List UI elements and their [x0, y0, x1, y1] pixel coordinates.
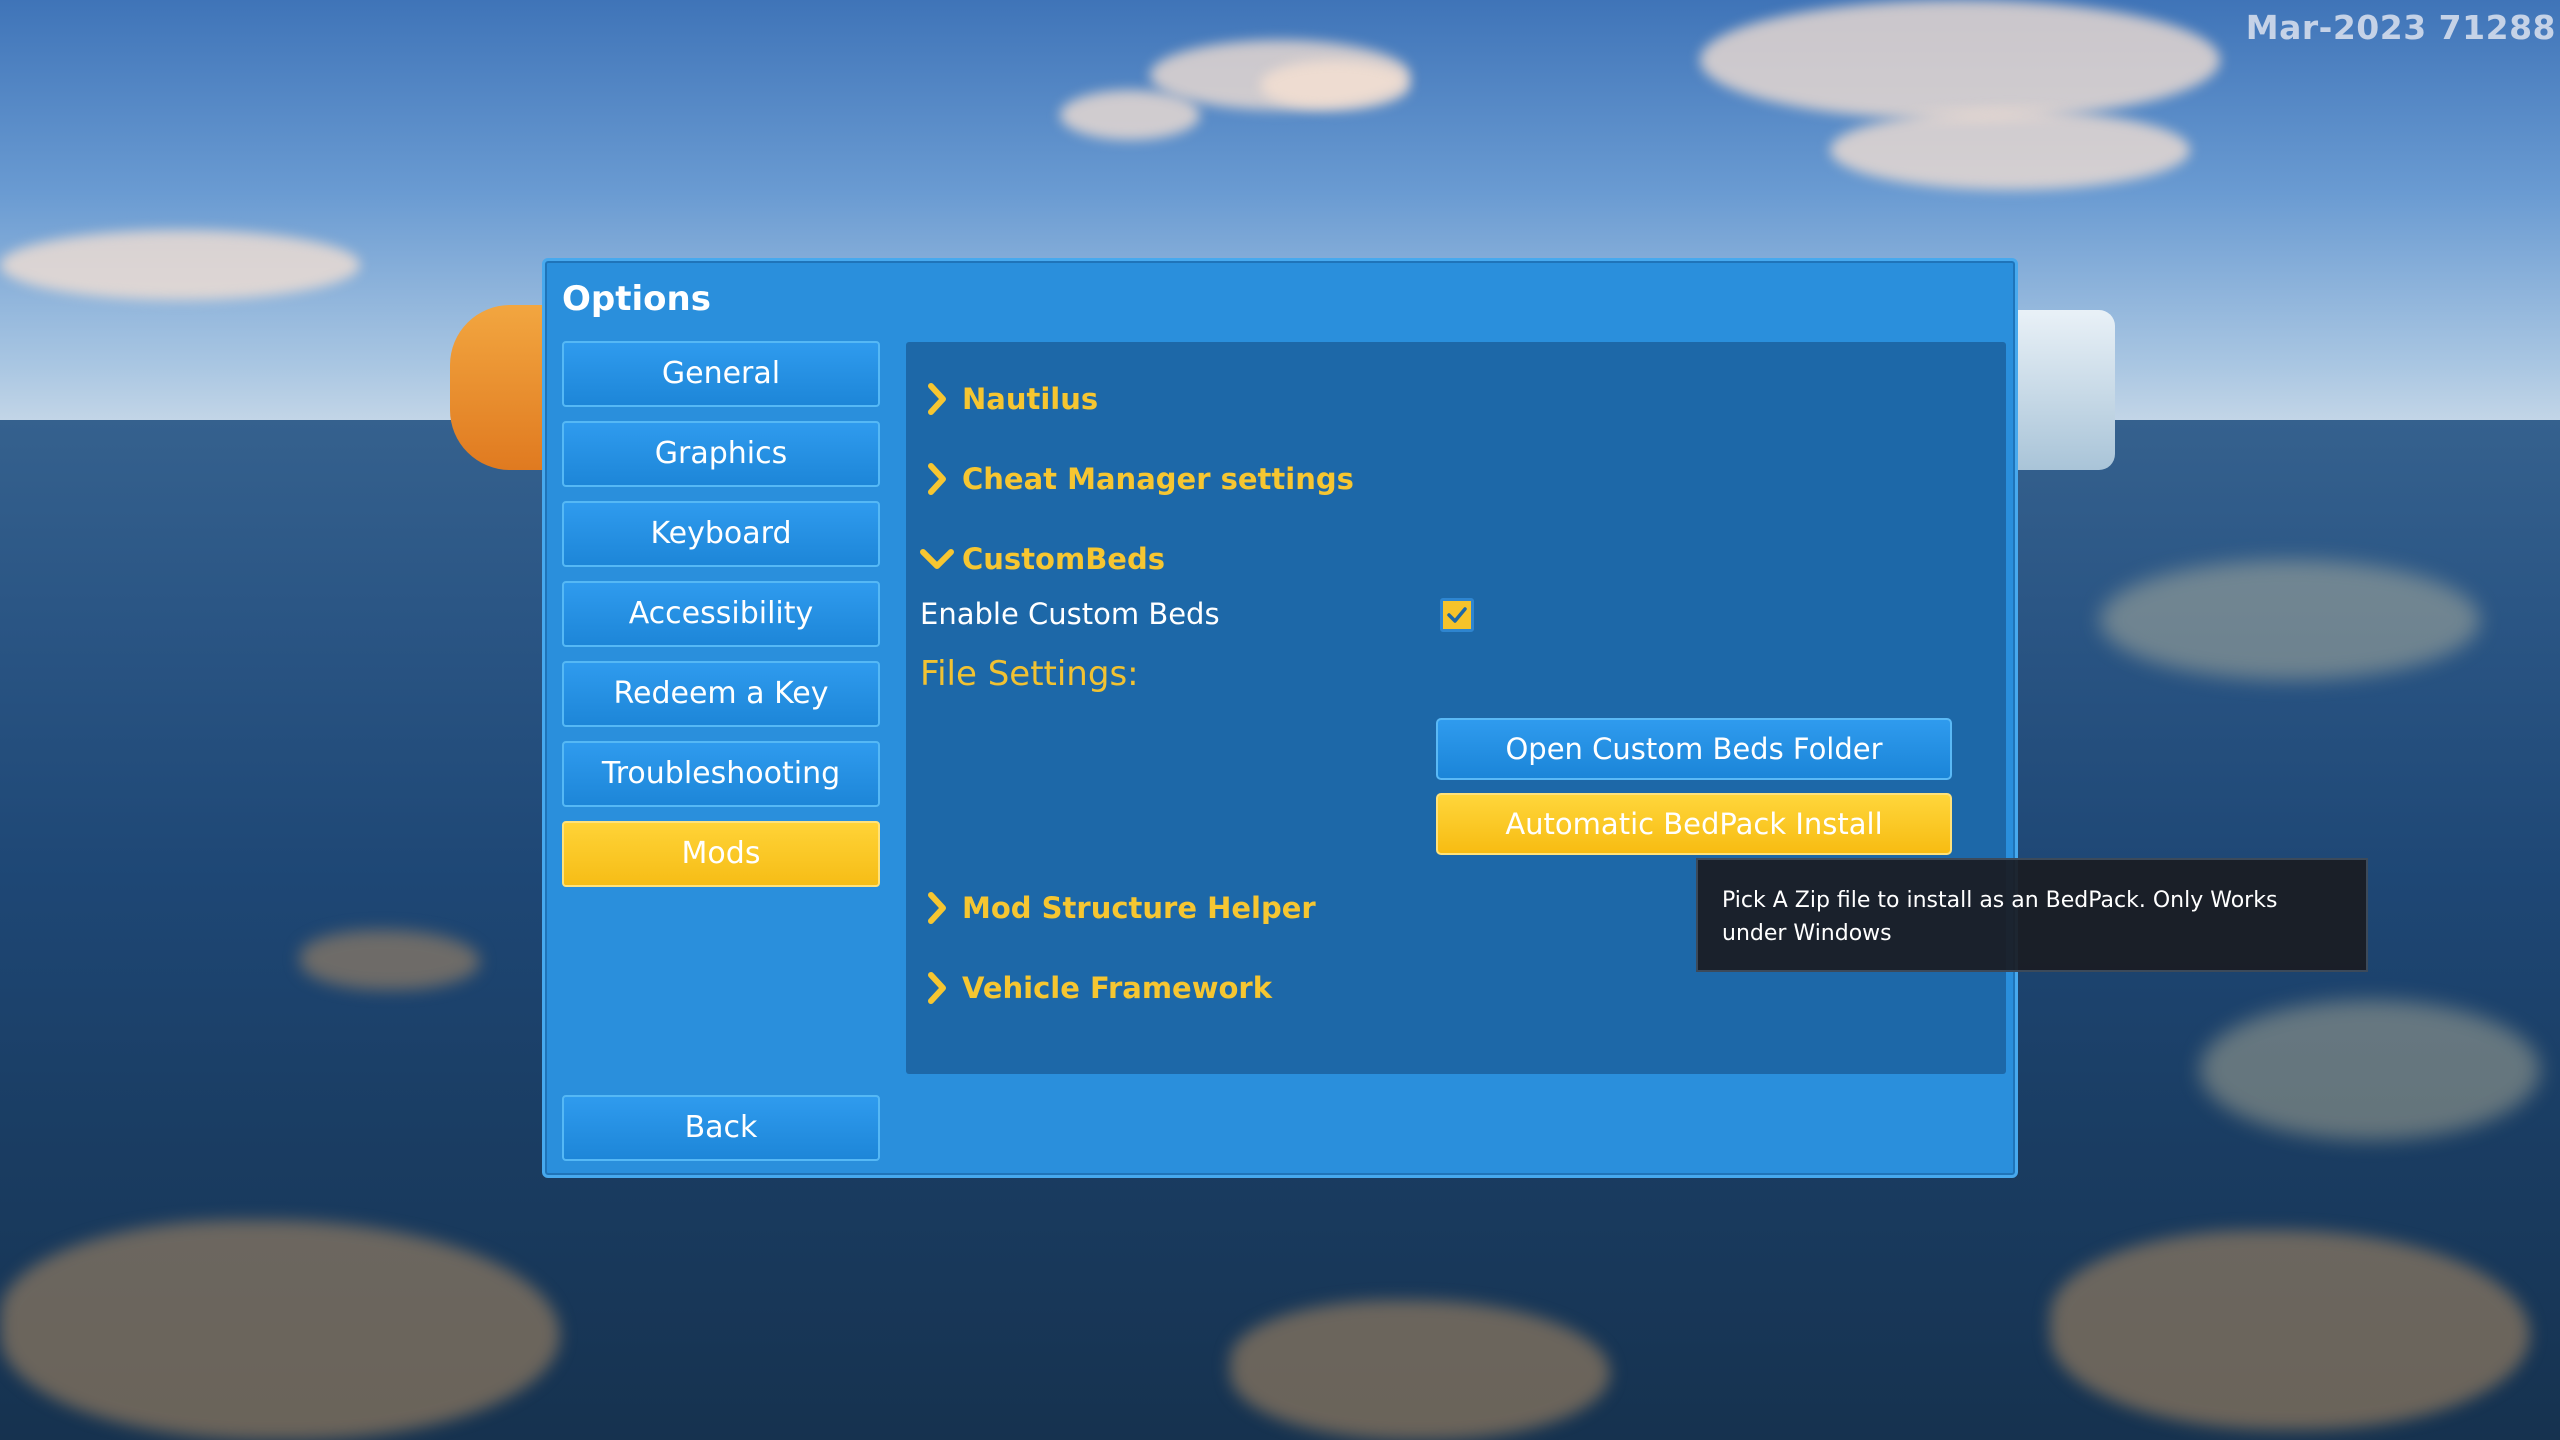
section-label: Mod Structure Helper [962, 891, 1316, 925]
section-custombeds[interactable]: CustomBeds [920, 539, 1165, 579]
reef [1230, 1300, 1610, 1440]
cloud [1830, 110, 2190, 190]
cloud [1700, 0, 2220, 120]
sun-glint [2200, 1000, 2540, 1140]
chevron-right-icon [920, 379, 954, 419]
game-logo-fragment [450, 305, 550, 470]
cloud [0, 230, 360, 300]
nav-general-button[interactable]: General [562, 341, 880, 407]
cloud [1260, 60, 1410, 110]
back-button[interactable]: Back [562, 1095, 880, 1161]
nav-accessibility-button[interactable]: Accessibility [562, 581, 880, 647]
cloud [1060, 90, 1200, 140]
enable-custom-beds-label: Enable Custom Beds [920, 597, 1220, 631]
options-window: Options General Graphics Keyboard Access… [542, 258, 2018, 1178]
section-label: CustomBeds [962, 542, 1165, 576]
nav-redeem-key-button[interactable]: Redeem a Key [562, 661, 880, 727]
nav-troubleshooting-button[interactable]: Troubleshooting [562, 741, 880, 807]
nav-mods-button[interactable]: Mods [562, 821, 880, 887]
section-vehicle-framework[interactable]: Vehicle Framework [920, 968, 1272, 1008]
section-cheat-manager[interactable]: Cheat Manager settings [920, 459, 1354, 499]
checkmark-icon [1447, 607, 1467, 623]
build-watermark: Mar-2023 71288 [2245, 8, 2556, 47]
chevron-right-icon [920, 888, 954, 928]
enable-custom-beds-checkbox[interactable] [1440, 598, 1474, 632]
file-settings-heading: File Settings: [920, 654, 1139, 694]
open-custom-beds-folder-button[interactable]: Open Custom Beds Folder [1436, 718, 1952, 780]
sun-glint [2100, 560, 2480, 680]
nav-graphics-button[interactable]: Graphics [562, 421, 880, 487]
options-title: Options [562, 279, 711, 319]
game-logo-fragment [2010, 310, 2115, 470]
chevron-right-icon [920, 459, 954, 499]
section-label: Vehicle Framework [962, 971, 1273, 1005]
nav-keyboard-button[interactable]: Keyboard [562, 501, 880, 567]
section-mod-structure-helper[interactable]: Mod Structure Helper [920, 888, 1316, 928]
automatic-bedpack-install-button[interactable]: Automatic BedPack Install [1436, 793, 1952, 855]
reef [300, 930, 480, 990]
chevron-right-icon [920, 968, 954, 1008]
section-label: Cheat Manager settings [962, 462, 1354, 496]
section-nautilus[interactable]: Nautilus [920, 379, 1098, 419]
bedpack-install-tooltip: Pick A Zip file to install as an BedPack… [1696, 858, 2368, 972]
section-label: Nautilus [962, 382, 1099, 416]
chevron-down-icon [920, 539, 954, 579]
